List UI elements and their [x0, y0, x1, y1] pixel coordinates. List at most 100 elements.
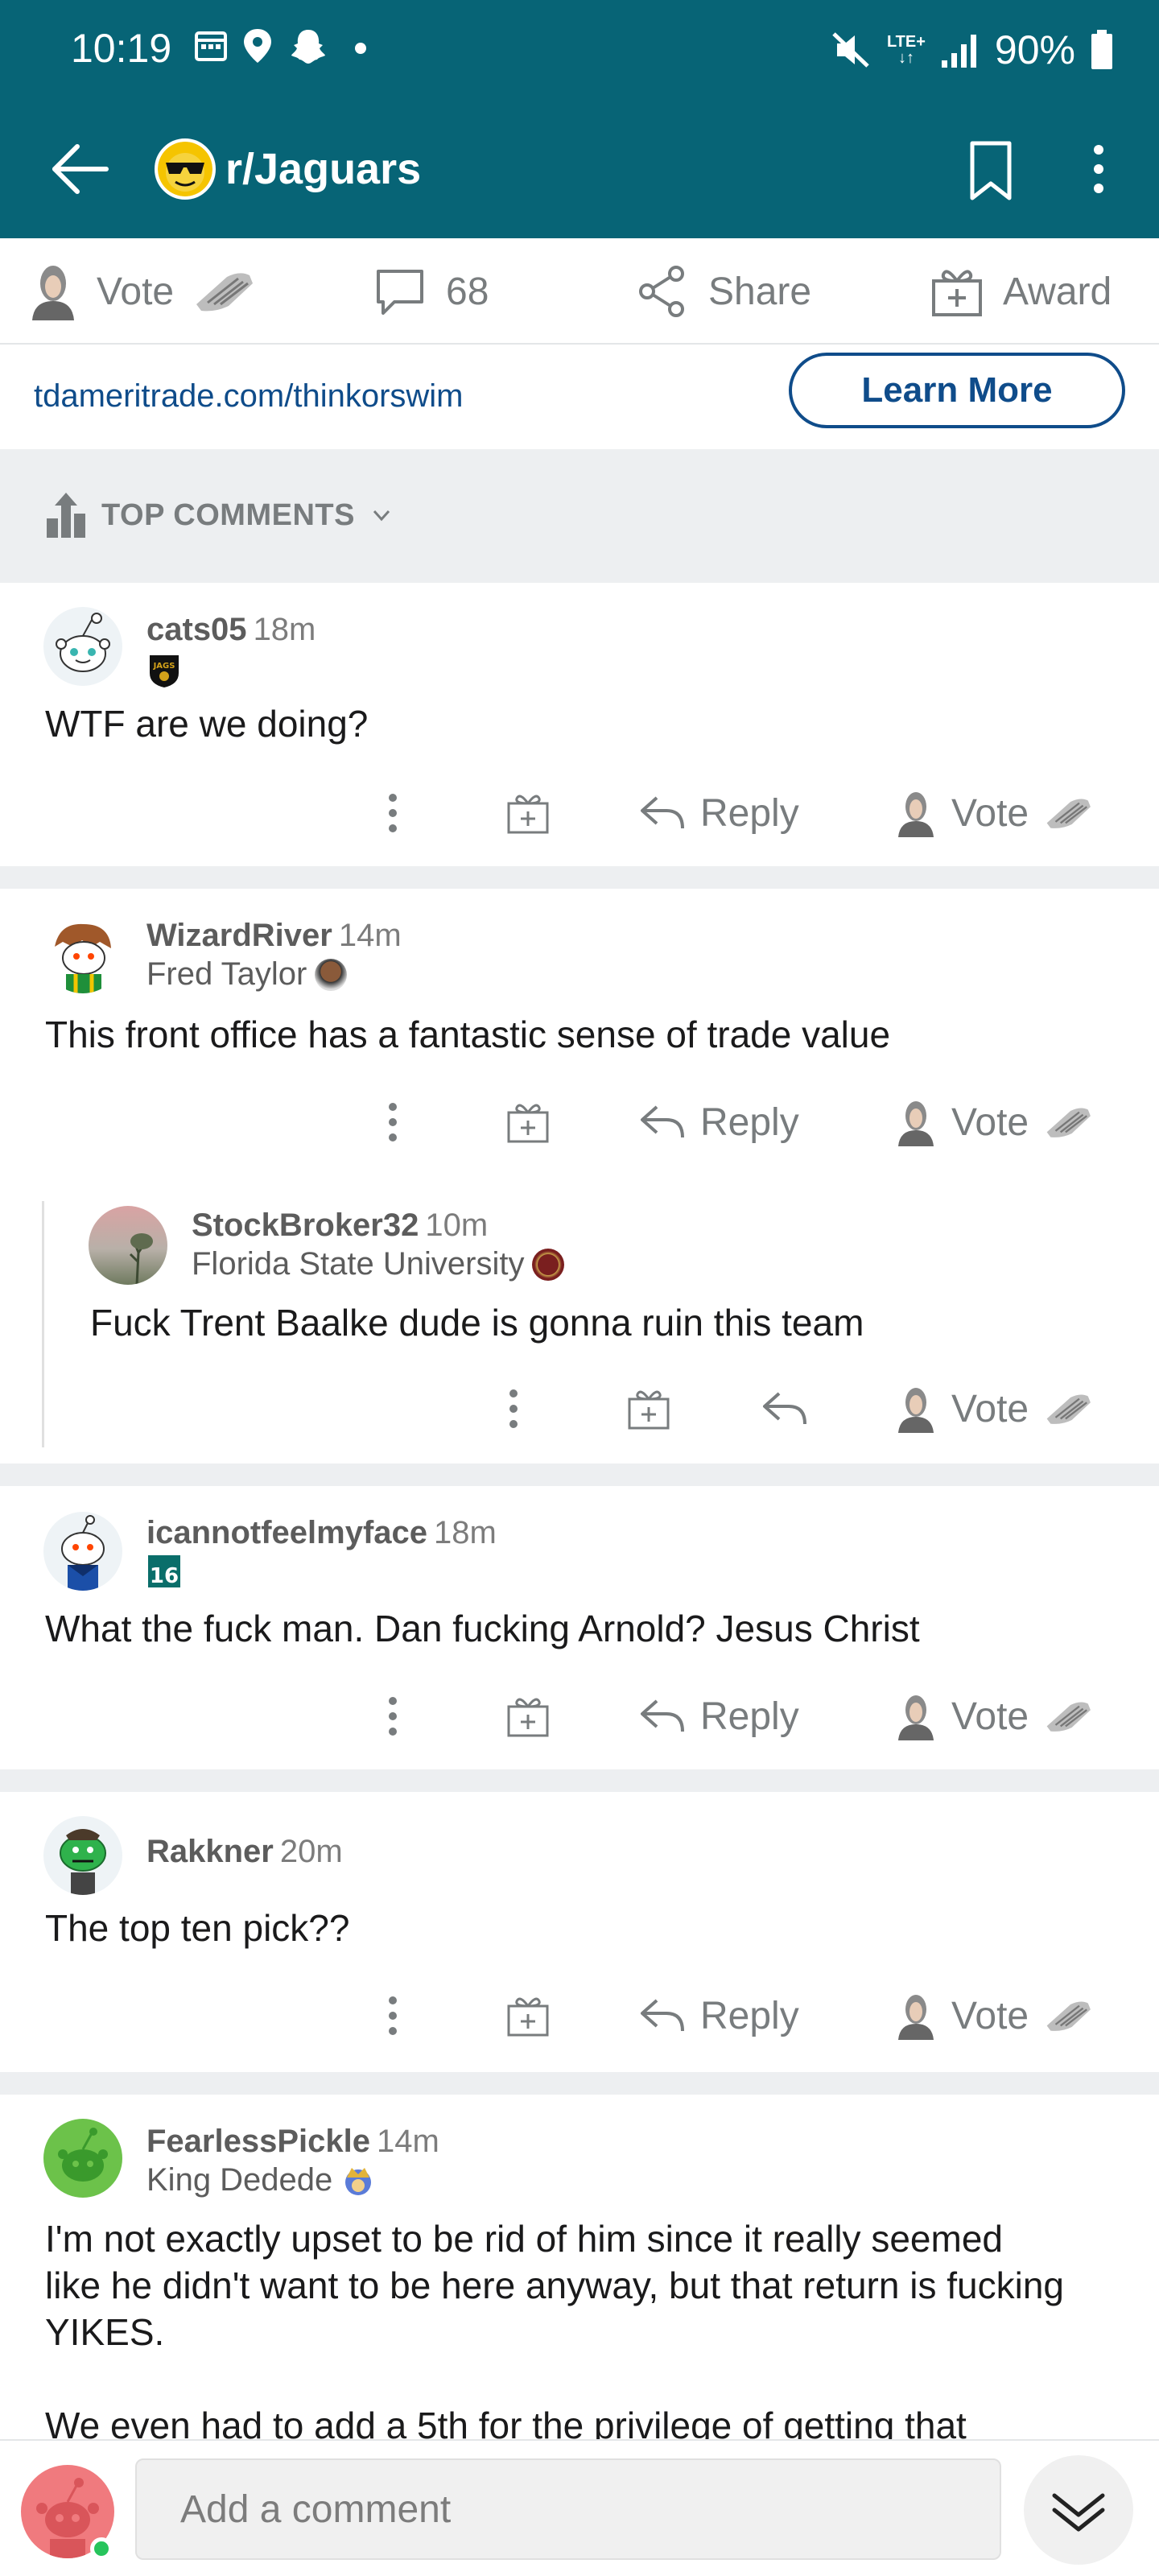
more-vertical-icon: [389, 1697, 397, 1736]
add-comment-input[interactable]: Add a comment: [135, 2458, 1001, 2560]
network-type: LTE+ ↓↑: [886, 33, 926, 67]
downvote-cleat-icon[interactable]: [1043, 795, 1093, 831]
comment-more-button[interactable]: [491, 1368, 536, 1449]
comment-username[interactable]: StockBroker32 10m: [192, 1208, 488, 1244]
jersey-number-badge: 16: [148, 1555, 180, 1588]
avatar[interactable]: [43, 1512, 122, 1591]
comment-vote-button[interactable]: Vote: [895, 773, 1093, 853]
comment-username[interactable]: cats05 18m: [146, 612, 316, 648]
comment-actions: Vote: [0, 1368, 1159, 1449]
status-time: 10:19: [71, 26, 172, 71]
avatar[interactable]: [89, 1206, 167, 1285]
comment-award-button[interactable]: [505, 1082, 551, 1162]
collapse-comments-button[interactable]: [1024, 2455, 1133, 2565]
subreddit-name[interactable]: r/Jaguars: [225, 143, 421, 195]
comment-username[interactable]: FearlessPickle 14m: [146, 2124, 439, 2160]
comment-separator: [0, 866, 1159, 889]
comment-actions: Reply Vote: [0, 1676, 1159, 1757]
share-label: Share: [708, 270, 812, 313]
downvote-cleat-icon[interactable]: [192, 269, 256, 314]
calendar-icon: [195, 31, 227, 61]
top-sort-icon: [47, 493, 85, 538]
award-label: Award: [1003, 270, 1112, 313]
reply-arrow-icon: [763, 1392, 806, 1425]
comment-vote-button[interactable]: Vote: [895, 1676, 1093, 1757]
comment-username[interactable]: icannotfeelmyface 18m: [146, 1515, 497, 1551]
post-vote-label: Vote: [97, 270, 175, 313]
downvote-cleat-icon[interactable]: [1043, 1391, 1093, 1426]
bookmark-icon[interactable]: [963, 130, 1019, 208]
reply-button[interactable]: Reply: [639, 1676, 799, 1757]
gift-icon: [507, 1997, 549, 2037]
avatar[interactable]: [43, 607, 122, 686]
comment-vote-button[interactable]: Vote: [895, 1975, 1093, 2056]
downvote-cleat-icon[interactable]: [1043, 1998, 1093, 2033]
comment-body-line: We even had to add a 5th for the privile…: [45, 2405, 967, 2439]
avatar[interactable]: [43, 2119, 122, 2198]
ad-domain-link[interactable]: tdameritrade.com/thinkorswim: [34, 378, 464, 415]
learn-more-button[interactable]: Learn More: [789, 353, 1125, 428]
king-dedede-icon: [345, 2167, 372, 2195]
downvote-cleat-icon[interactable]: [1043, 1699, 1093, 1734]
comment-separator: [0, 2072, 1159, 2095]
more-vertical-icon: [389, 1103, 397, 1141]
comment-award-button[interactable]: [505, 773, 551, 853]
comment-sort-bar: TOP COMMENTS: [0, 449, 1159, 583]
reply-button[interactable]: Reply: [639, 1975, 799, 2056]
downvote-cleat-icon[interactable]: [1043, 1104, 1093, 1140]
user-flair: Florida State University: [192, 1246, 565, 1282]
comment-award-button[interactable]: [626, 1368, 671, 1449]
comment-award-button[interactable]: [505, 1975, 551, 2056]
post-action-bar: Vote 68 Share Award: [0, 238, 1159, 345]
comment-item: Rakkner 20m The top ten pick?? Reply Vote: [0, 1792, 1159, 2072]
comment-more-button[interactable]: [370, 1676, 415, 1757]
sort-selector[interactable]: TOP COMMENTS: [45, 491, 394, 539]
avatar[interactable]: [43, 1816, 122, 1895]
comment-more-button[interactable]: [370, 1082, 415, 1162]
vote-label: Vote: [951, 791, 1029, 835]
comment-username[interactable]: Rakkner 20m: [146, 1834, 343, 1870]
comment-body: Fuck Trent Baalke dude is gonna ruin thi…: [90, 1302, 864, 1344]
user-flair: 16: [146, 1554, 182, 1589]
username-text: Rakkner: [146, 1834, 274, 1869]
username-text: StockBroker32: [192, 1208, 419, 1243]
username-text: cats05: [146, 612, 247, 647]
comment-item: FearlessPickle 14m King Dedede I'm not ex…: [0, 2095, 1159, 2439]
comment-body-line: YIKES.: [45, 2311, 165, 2353]
snapchat-icon: [291, 30, 325, 64]
comment-body: The top ten pick??: [45, 1907, 350, 1949]
reply-button[interactable]: Reply: [639, 1082, 799, 1162]
flair-badge-text: 16: [150, 1564, 179, 1588]
comment-vote-button[interactable]: Vote: [895, 1368, 1093, 1449]
upvote-avatar-icon: [898, 792, 934, 837]
user-flair: Fred Taylor: [146, 956, 348, 993]
comments-count-button[interactable]: 68: [372, 238, 489, 345]
flair-player-icon: [315, 958, 348, 991]
subreddit-icon[interactable]: [155, 138, 216, 200]
share-button[interactable]: Share: [636, 238, 811, 345]
snoo-avatar-icon: [58, 2128, 108, 2182]
award-button[interactable]: Award: [929, 238, 1112, 345]
comment-body-line: I'm not exactly upset to be rid of him s…: [45, 2218, 1003, 2260]
back-arrow-icon[interactable]: [45, 132, 119, 206]
online-status-dot: [90, 2537, 113, 2560]
jaguar-sunglasses-icon: [158, 142, 212, 196]
post-vote-button[interactable]: Vote: [27, 238, 256, 345]
reply-button[interactable]: [761, 1368, 808, 1449]
reply-button[interactable]: Reply: [639, 773, 799, 853]
comment-bubble-icon: [377, 270, 423, 315]
comment-actions: Reply Vote: [0, 773, 1159, 853]
flair-text: Florida State University: [192, 1246, 525, 1282]
comment-more-button[interactable]: [370, 773, 415, 853]
comment-separator: [0, 1769, 1159, 1792]
chevron-down-icon: [373, 510, 390, 522]
comment-username[interactable]: WizardRiver 14m: [146, 918, 402, 954]
comment-vote-button[interactable]: Vote: [895, 1082, 1093, 1162]
more-options-icon[interactable]: [1070, 130, 1127, 208]
username-text: FearlessPickle: [146, 2124, 370, 2159]
comment-award-button[interactable]: [505, 1676, 551, 1757]
comment-time: 10m: [425, 1208, 489, 1243]
comment-more-button[interactable]: [370, 1975, 415, 2056]
avatar[interactable]: [43, 914, 122, 993]
promoted-link-row: tdameritrade.com/thinkorswim Learn More: [0, 346, 1159, 449]
